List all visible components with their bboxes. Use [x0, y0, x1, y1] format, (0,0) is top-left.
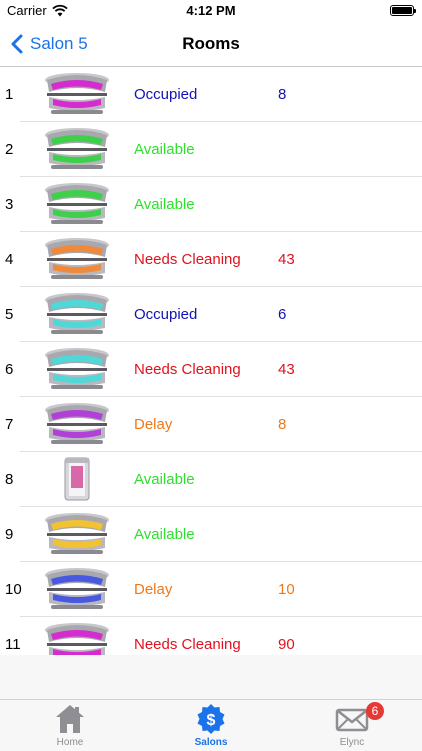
tanning-booth-image: [64, 457, 90, 501]
envelope-icon: [335, 708, 369, 732]
room-minutes: 6: [278, 306, 287, 323]
room-number: 5: [5, 306, 14, 323]
battery-icon: [390, 5, 416, 16]
room-status: Occupied: [134, 86, 198, 103]
room-status: Available: [134, 526, 195, 543]
tab-salons-label: Salons: [194, 737, 228, 748]
tanning-bed-image: [45, 513, 109, 554]
room-row[interactable]: 7 Delay 8: [0, 397, 422, 452]
room-row[interactable]: 4 Needs Cleaning 43: [0, 232, 422, 287]
room-status: Needs Cleaning: [134, 636, 241, 653]
room-status: Available: [134, 196, 195, 213]
dollar-badge-icon: $: [197, 704, 225, 734]
svg-text:$: $: [207, 712, 216, 729]
house-icon: [56, 705, 84, 733]
room-number: 4: [5, 251, 14, 268]
room-row[interactable]: 6 Needs Cleaning 43: [0, 342, 422, 397]
room-row[interactable]: 11 Needs Cleaning 90: [0, 617, 422, 655]
room-number: 11: [5, 636, 21, 653]
status-bar: Carrier 4:12 PM: [0, 0, 422, 22]
tab-home-label: Home: [56, 737, 84, 748]
tab-elync-label: Elync: [339, 737, 365, 748]
tanning-bed-image: [45, 623, 109, 655]
page-title: Rooms: [182, 34, 240, 53]
room-list: 1 Occupied 8 2 Available 3 Available 4 Needs Cle…: [0, 67, 422, 655]
room-minutes: 8: [278, 416, 287, 433]
room-number: 2: [5, 141, 14, 158]
tanning-bed-image: [45, 73, 109, 114]
room-minutes: 43: [278, 361, 295, 378]
tanning-bed-image: [45, 293, 109, 334]
tab-salons[interactable]: $ Salons: [141, 700, 281, 751]
room-minutes: 43: [278, 251, 295, 268]
room-status: Needs Cleaning: [134, 251, 241, 268]
tanning-bed-image: [45, 403, 109, 444]
room-number: 6: [5, 361, 14, 378]
tab-bar: Home $ Salons 6 Elync: [0, 699, 422, 751]
tab-home[interactable]: Home: [0, 700, 140, 751]
room-status: Delay: [134, 416, 173, 433]
room-minutes: 8: [278, 86, 287, 103]
room-number: 1: [5, 86, 14, 103]
room-number: 3: [5, 196, 14, 213]
room-number: 8: [5, 471, 14, 488]
room-minutes: 10: [278, 581, 295, 598]
room-row[interactable]: 9 Available: [0, 507, 422, 562]
room-minutes: 90: [278, 636, 295, 653]
navigation-bar: Salon 5 Rooms: [0, 22, 422, 67]
room-number: 9: [5, 526, 14, 543]
room-row[interactable]: 2 Available: [0, 122, 422, 177]
tanning-bed-image: [45, 128, 109, 169]
tab-bar-spacer: [0, 655, 422, 699]
tanning-bed-image: [45, 568, 109, 609]
room-status: Available: [134, 141, 195, 158]
status-time: 4:12 PM: [186, 3, 236, 18]
room-number: 10: [5, 581, 22, 598]
room-row[interactable]: 3 Available: [0, 177, 422, 232]
room-row[interactable]: 5 Occupied 6: [0, 287, 422, 342]
room-number: 7: [5, 416, 14, 433]
room-row[interactable]: 1 Occupied 8: [0, 67, 422, 122]
room-status: Occupied: [134, 306, 198, 323]
room-status: Available: [134, 471, 195, 488]
tanning-bed-image: [45, 238, 109, 279]
room-status: Needs Cleaning: [134, 361, 241, 378]
tab-elync[interactable]: 6 Elync: [282, 700, 422, 751]
tanning-bed-image: [45, 348, 109, 389]
room-status: Delay: [134, 581, 173, 598]
room-row[interactable]: 8 Available: [0, 452, 422, 507]
room-row[interactable]: 10 Delay 10: [0, 562, 422, 617]
notification-badge: 6: [366, 702, 384, 720]
tanning-bed-image: [45, 183, 109, 224]
